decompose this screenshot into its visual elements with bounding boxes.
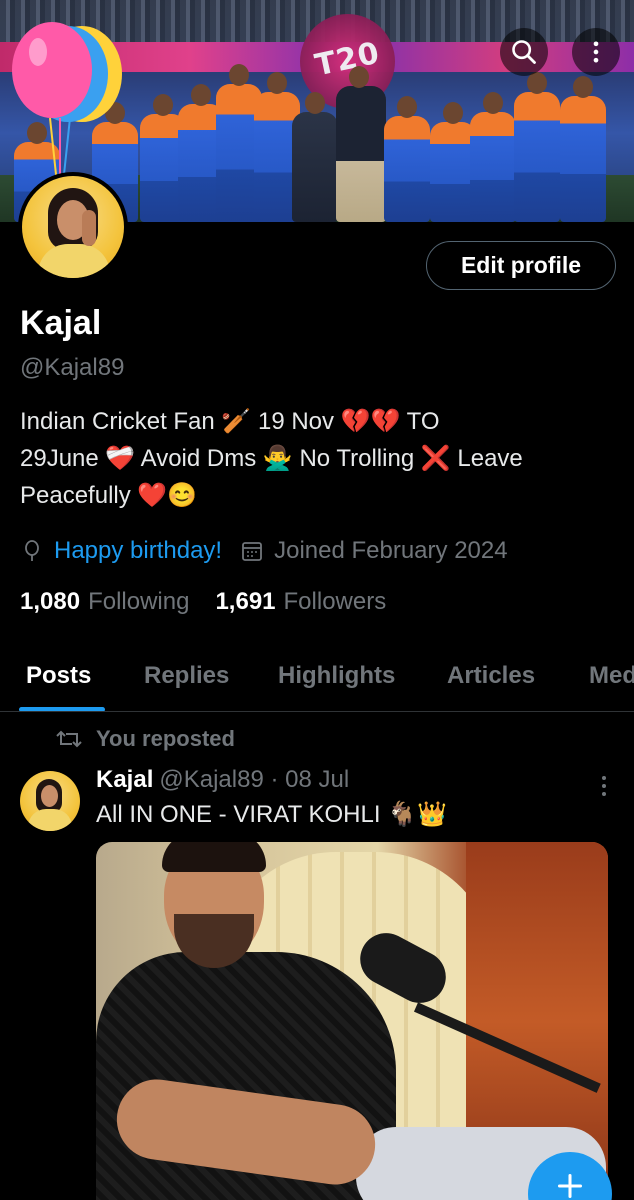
official-figure (336, 66, 386, 222)
profile-meta: Happy birthday! Joined February 2024 (20, 534, 508, 568)
player-figure (514, 72, 560, 222)
search-icon (512, 40, 536, 64)
profile-bio: Indian Cricket Fan 🏏 19 Nov 💔💔 TO 29June… (20, 403, 620, 514)
birthday-link[interactable]: Happy birthday! (54, 537, 222, 565)
following-label[interactable]: Following (88, 588, 189, 616)
bio-line: 29June ❤️‍🩹 Avoid Dms 🙅‍♂️ No Trolling ❌… (20, 445, 523, 472)
post-header: Kajal @Kajal89 · 08 Jul (96, 766, 349, 794)
player-figure (560, 76, 606, 222)
tab-replies[interactable]: Replies (144, 662, 229, 690)
person-hair (162, 842, 266, 872)
follow-stats: 1,080 Following 1,691 Followers (20, 588, 412, 616)
search-button[interactable] (500, 28, 548, 76)
avatar (22, 176, 124, 278)
post-media-video[interactable] (96, 842, 608, 1200)
repost-indicator: You reposted (56, 726, 235, 752)
official-figure (292, 92, 338, 222)
player-figure (470, 92, 516, 222)
followers-count[interactable]: 1,691 (215, 588, 275, 616)
post-author-name[interactable]: Kajal (96, 766, 153, 793)
profile-name: Kajal (20, 304, 102, 342)
followers-label[interactable]: Followers (284, 588, 387, 616)
tab-posts[interactable]: Posts (26, 662, 91, 690)
tab-articles[interactable]: Articles (447, 662, 535, 690)
post-text: All IN ONE - VIRAT KOHLI 🐐👑 (96, 801, 447, 828)
joined-date: Joined February 2024 (274, 537, 508, 564)
player-figure (384, 96, 430, 222)
bio-line: Peacefully ❤️😊 (20, 482, 198, 509)
tab-highlights[interactable]: Highlights (278, 662, 395, 690)
tab-media[interactable]: Media (589, 662, 634, 690)
calendar-icon (242, 542, 262, 561)
plus-icon (557, 1173, 583, 1199)
more-options-button[interactable] (572, 28, 620, 76)
post-handle-date: @Kajal89 · 08 Jul (159, 766, 350, 793)
following-count[interactable]: 1,080 (20, 588, 80, 616)
repost-icon (56, 730, 82, 748)
profile-tabs: Posts Replies Highlights Articles Media (0, 648, 634, 712)
balloon-icon (25, 540, 39, 561)
active-tab-indicator (19, 707, 105, 711)
profile-handle: @Kajal89 (20, 354, 125, 381)
post-author-avatar[interactable] (20, 771, 80, 831)
profile-avatar[interactable] (18, 172, 128, 282)
edit-profile-button[interactable]: Edit profile (426, 241, 616, 290)
more-vertical-icon (593, 41, 599, 63)
post-more-icon[interactable] (592, 772, 616, 800)
bio-line: Indian Cricket Fan 🏏 19 Nov 💔💔 TO (20, 408, 440, 435)
repost-label: You reposted (96, 726, 235, 751)
